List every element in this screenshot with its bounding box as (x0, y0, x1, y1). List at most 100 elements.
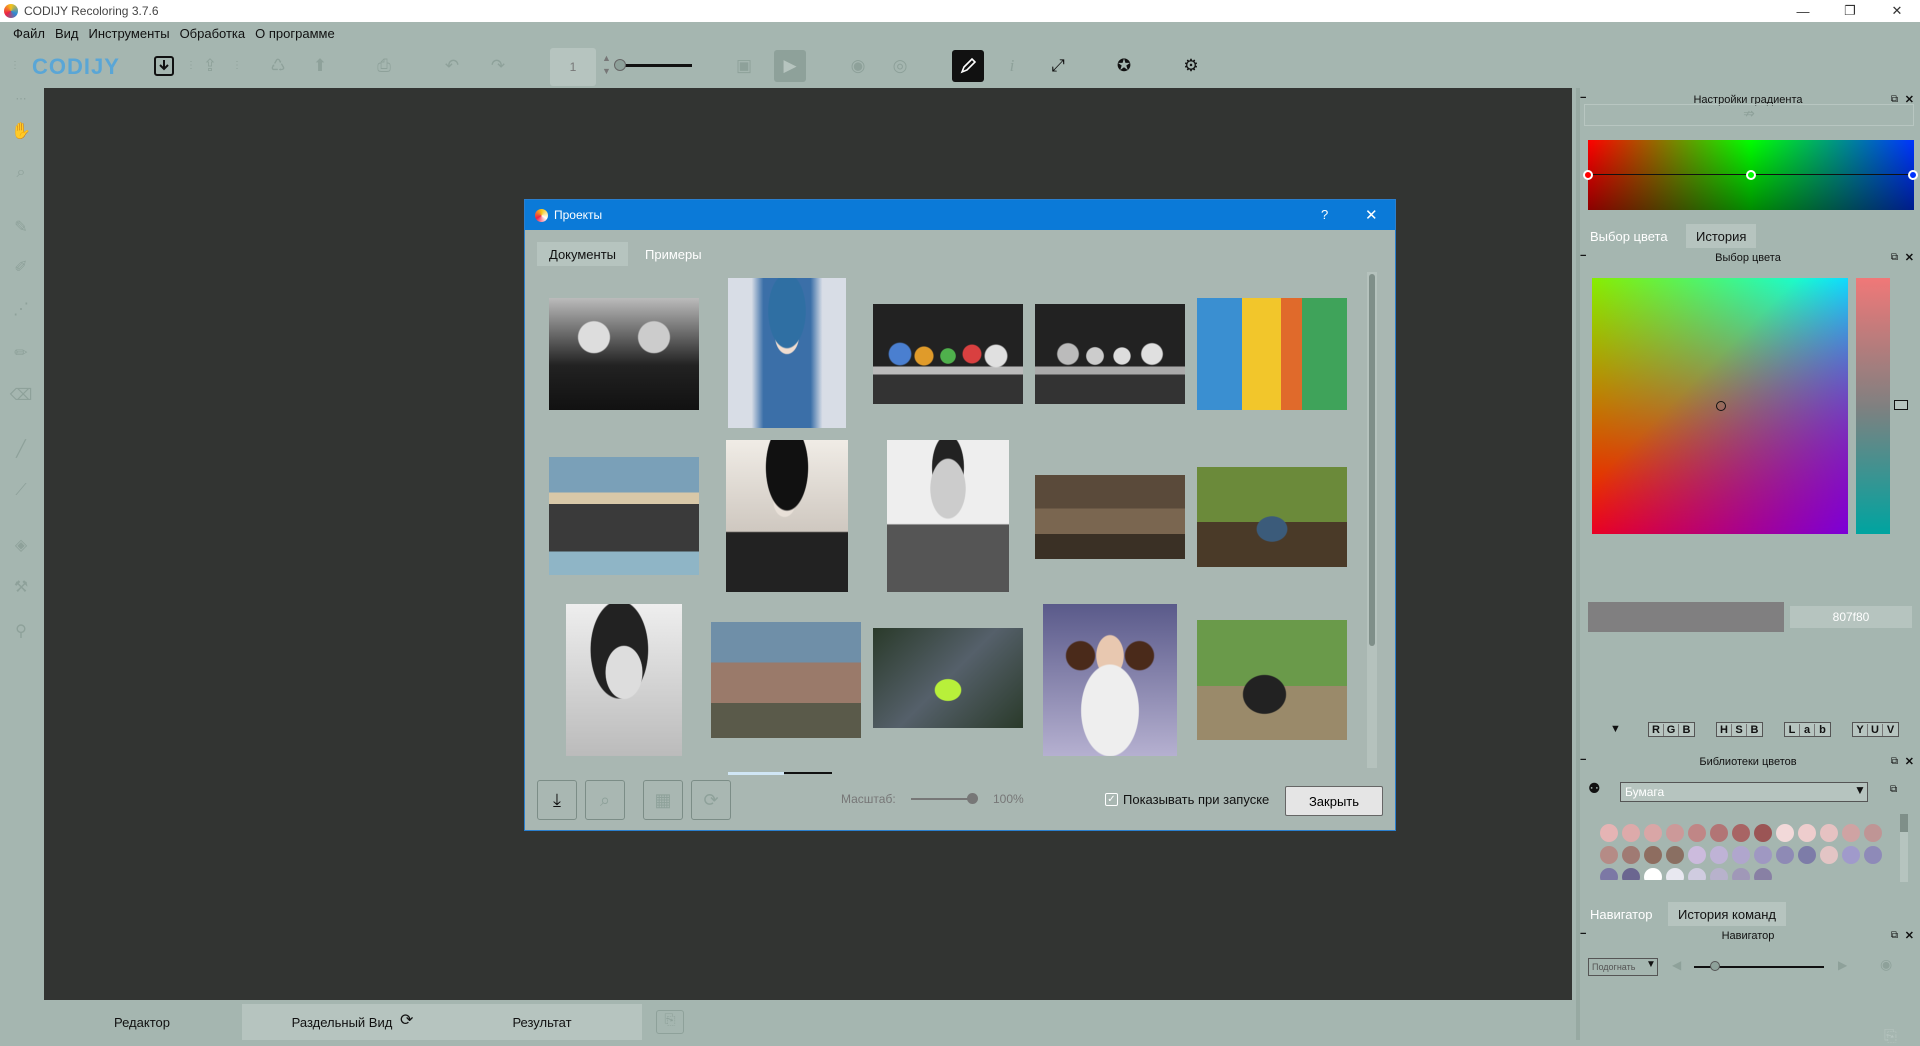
gradient-stop[interactable] (1583, 170, 1593, 180)
upload-icon[interactable]: ⬆ (304, 50, 336, 82)
color-swatch[interactable] (1732, 868, 1750, 880)
gradient-stop[interactable] (1746, 170, 1756, 180)
settings-icon[interactable]: ⚙ (1175, 50, 1207, 82)
format-yuv[interactable]: YUV (1852, 722, 1899, 737)
thumb-couple-bw[interactable] (549, 298, 699, 410)
thumb-living-room[interactable] (1035, 475, 1185, 559)
record-icon[interactable]: ▣ (728, 50, 760, 82)
lightness-slider[interactable] (1856, 278, 1890, 534)
float-panel-icon[interactable]: ⧉ (1891, 930, 1898, 941)
swatch-scrollbar[interactable] (1900, 814, 1908, 882)
color-swatch[interactable] (1798, 824, 1816, 842)
star-icon[interactable]: ✪ (1108, 50, 1140, 82)
search-project-icon[interactable]: ⌕ (585, 780, 625, 820)
color-swatch[interactable] (1644, 868, 1662, 880)
pencil-tool-icon[interactable]: ✏ (6, 338, 36, 368)
color-swatch[interactable] (1622, 868, 1640, 880)
color-swatch[interactable] (1732, 846, 1750, 864)
close-dialog-button[interactable]: Закрыть (1285, 786, 1383, 816)
scale-handle[interactable] (967, 793, 978, 804)
fill-icon[interactable]: ◈ (6, 530, 36, 560)
color-swatch[interactable] (1666, 868, 1684, 880)
page-stepper[interactable]: ▲ ▼ (602, 52, 611, 78)
thumb-colorful-houses[interactable] (1197, 298, 1347, 410)
tab-result[interactable]: Результат (442, 1004, 642, 1040)
nav-eye-icon[interactable]: ◉ (1880, 956, 1892, 973)
brush-icon[interactable]: ✎ (6, 212, 36, 242)
hand-icon[interactable]: ✋ (6, 116, 36, 146)
show-on-start-checkbox[interactable]: ✓ (1105, 793, 1118, 806)
menu-about[interactable]: О программе (255, 26, 335, 41)
close-panel-icon[interactable]: ✕ (1905, 929, 1914, 942)
thumb-birds-bw[interactable] (1035, 304, 1185, 404)
brush-size-slider[interactable] (620, 64, 692, 67)
dialog-close-x[interactable]: ✕ (1365, 206, 1378, 224)
format-rgb[interactable]: RGB (1648, 722, 1695, 737)
thumb-vintage-car[interactable] (1197, 620, 1347, 740)
thumb-dancer-bw[interactable] (726, 440, 848, 592)
eye-half-icon[interactable]: ◎ (884, 50, 916, 82)
gradient-direction-icon[interactable]: ⇏ (1584, 104, 1914, 126)
format-lab[interactable]: Lab (1784, 722, 1831, 737)
close-panel-icon[interactable]: ✕ (1905, 755, 1914, 768)
color-swatch[interactable] (1644, 824, 1662, 842)
minimize-panel-icon[interactable]: − (1580, 250, 1586, 262)
tab-navigator[interactable]: Навигатор (1580, 902, 1663, 926)
select-arrow-icon[interactable]: ▼ (1854, 783, 1866, 797)
thumb-family-photo[interactable] (711, 622, 861, 738)
color-swatch[interactable] (1842, 846, 1860, 864)
pencil-icon[interactable] (952, 50, 984, 82)
refresh-project-icon[interactable]: ⟳ (691, 780, 731, 820)
marker-icon[interactable]: ✐ (6, 252, 36, 282)
color-swatch[interactable] (1842, 824, 1860, 842)
tab-command-history[interactable]: История команд (1668, 902, 1787, 926)
color-swatch[interactable] (1622, 824, 1640, 842)
color-swatch[interactable] (1710, 868, 1728, 880)
nav-prev-icon[interactable]: ◀ (1672, 958, 1681, 972)
color-swatch[interactable] (1776, 824, 1794, 842)
color-swatch[interactable] (1754, 846, 1772, 864)
color-swatch[interactable] (1644, 846, 1662, 864)
toolbar-grip[interactable]: ⋮ (232, 58, 242, 74)
color-field-cursor[interactable] (1716, 401, 1726, 411)
color-swatch[interactable] (1600, 824, 1618, 842)
eye-icon[interactable]: ◉ (842, 50, 874, 82)
minimize-panel-icon[interactable]: − (1580, 928, 1586, 940)
color-swatch[interactable] (1732, 824, 1750, 842)
select-arrow-icon[interactable]: ▼ (1646, 959, 1656, 970)
eraser-icon[interactable]: ⌫ (6, 380, 36, 410)
library-select[interactable]: Бумага (1620, 782, 1868, 802)
close-panel-icon[interactable]: ✕ (1905, 251, 1914, 264)
dropdown-arrow-icon[interactable]: ▼ (1610, 723, 1621, 735)
info-icon[interactable]: i (996, 50, 1028, 82)
color-swatch[interactable] (1688, 824, 1706, 842)
float-panel-icon[interactable]: ⧉ (1891, 756, 1898, 767)
thumb-fruit-bowl[interactable] (1197, 467, 1347, 567)
color-swatch[interactable] (1754, 868, 1772, 880)
side-action-icon[interactable]: ⎘ (1884, 1028, 1897, 1046)
share-icon[interactable]: ♺ (262, 50, 294, 82)
thumb-birds-color[interactable] (873, 304, 1023, 404)
line-icon[interactable]: ╱ (6, 434, 36, 464)
library-float-icon[interactable]: ⧉ (1890, 784, 1897, 795)
color-swatch[interactable] (1600, 868, 1618, 880)
minimize-panel-icon[interactable]: − (1580, 92, 1586, 104)
format-hsb[interactable]: HSB (1716, 722, 1763, 737)
color-swatch[interactable] (1666, 846, 1684, 864)
redo-icon[interactable]: ↷ (482, 50, 514, 82)
hex-input[interactable]: 807f80 (1790, 606, 1912, 628)
thumb-green-jacket-road[interactable] (873, 628, 1023, 728)
thumb-group-pool[interactable] (549, 457, 699, 575)
color-swatch[interactable] (1820, 824, 1838, 842)
menu-file[interactable]: Файл (13, 26, 45, 41)
color-swatch[interactable] (1600, 846, 1618, 864)
color-swatch[interactable] (1710, 824, 1728, 842)
tab-editor[interactable]: Редактор (44, 1004, 240, 1040)
toolbar-grip[interactable]: ⋮ (186, 58, 196, 74)
library-icon[interactable]: ⚉ (1588, 780, 1601, 797)
thumb-man-uniform-bw[interactable] (887, 440, 1009, 592)
export-icon[interactable]: ⇪ (194, 50, 226, 82)
restore-button[interactable]: ❐ (1833, 0, 1867, 22)
dialog-scrollbar[interactable] (1367, 272, 1377, 768)
minimize-panel-icon[interactable]: − (1580, 754, 1586, 766)
